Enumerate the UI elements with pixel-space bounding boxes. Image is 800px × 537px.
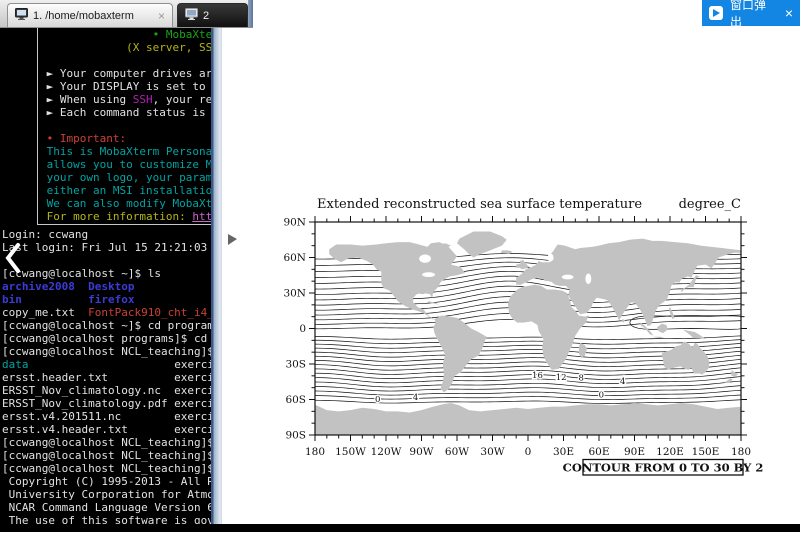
terminal-line (40, 54, 222, 67)
svg-text:12: 12 (556, 373, 567, 383)
terminal-line: data exercise (2, 358, 222, 371)
svg-text:0: 0 (375, 395, 380, 405)
expand-arrow-icon[interactable] (228, 234, 237, 245)
terminal-line: copy_me.txt FontPack910_cht_i4_ (2, 306, 222, 319)
terminal-tab-icon (185, 8, 198, 23)
terminal-line: ersst.header.txt exercise (2, 371, 222, 384)
terminal-line: bin firefox (2, 293, 222, 306)
terminal-line: your own logo, your paramet (40, 171, 222, 184)
terminal-line (2, 254, 222, 267)
terminal-line: ersst.v4.201511.nc exercise (2, 410, 222, 423)
terminal-line: We can also modify MobaXter (40, 197, 222, 210)
terminal-line: archive2008 Desktop (2, 280, 222, 293)
svg-text:CONTOUR FROM 0 TO 30 BY 2: CONTOUR FROM 0 TO 30 BY 2 (563, 461, 764, 475)
terminal-line: [ccwang@localhost ~]$ ls (2, 267, 222, 280)
svg-text:0: 0 (299, 323, 306, 335)
tab-label: 2 (203, 10, 209, 22)
popout-window-button[interactable]: 窗口弹出 × (702, 0, 800, 26)
svg-text:90N: 90N (283, 217, 306, 229)
previous-chevron-icon[interactable] (4, 242, 22, 279)
svg-text:150W: 150W (335, 446, 366, 458)
terminal-line: ERSST_Nov_climatology.pdf exercise (2, 397, 222, 410)
popout-label: 窗口弹出 (730, 0, 778, 30)
terminal-line: [ccwang@localhost NCL_teaching]$ n (2, 449, 222, 462)
svg-text:4: 4 (413, 393, 418, 403)
svg-text:4: 4 (620, 377, 625, 387)
svg-text:0: 0 (525, 446, 532, 458)
svg-text:60S: 60S (285, 394, 306, 406)
terminal-tab-icon (15, 8, 28, 23)
terminal-line: • Important: (40, 132, 222, 145)
svg-text:8: 8 (579, 374, 584, 384)
terminal-line (40, 119, 222, 132)
terminal-line: • MobaXterm Personal Ed (40, 28, 222, 41)
terminal-line: [ccwang@localhost NCL_teaching]$ n (2, 462, 222, 475)
terminal-line: ERSST_Nov_climatology.nc exercise (2, 384, 222, 397)
svg-text:150E: 150E (692, 446, 720, 458)
terminal-line: allows you to customize Mob (40, 158, 222, 171)
bottom-bar (0, 524, 800, 532)
terminal-line: ersst.v4.header.txt exercise (2, 423, 222, 436)
tab-bar: 1. /home/mobaxterm × 2 (0, 0, 253, 28)
tab-home-mobaxterm[interactable]: 1. /home/mobaxterm × (7, 3, 173, 27)
svg-text:30E: 30E (553, 446, 574, 458)
terminal[interactable]: • MobaXterm Personal Ed (X server, SSH c… (0, 27, 222, 532)
tab-label: 1. /home/mobaxterm (33, 10, 134, 22)
svg-text:180: 180 (305, 446, 325, 458)
screen: { "tabs": { "tab1": {"label": "1. /home/… (0, 0, 800, 532)
svg-text:90E: 90E (624, 446, 645, 458)
svg-text:30S: 30S (285, 359, 306, 371)
svg-text:16: 16 (532, 371, 543, 381)
svg-text:120W: 120W (371, 446, 402, 458)
play-icon (709, 6, 723, 20)
terminal-line: NCAR Command Language Version 6 (2, 501, 222, 514)
terminal-line: Login: ccwang (2, 228, 222, 241)
welcome-banner: • MobaXterm Personal Ed (X server, SSH c… (37, 28, 222, 225)
terminal-line: Copyright (C) 1995-2013 - All R (2, 475, 222, 488)
terminal-line: (X server, SSH client and (40, 41, 222, 54)
terminal-line: either an MSI installation (40, 184, 222, 197)
terminal-line: [ccwang@localhost NCL_teaching]$ ls (2, 345, 222, 358)
terminal-line: ► Each command status is s (40, 106, 222, 119)
svg-text:90S: 90S (285, 430, 306, 442)
svg-text:180: 180 (731, 446, 751, 458)
svg-text:60W: 60W (445, 446, 469, 458)
terminal-line: For more information: https:// (40, 210, 222, 223)
svg-text:120E: 120E (656, 446, 684, 458)
svg-text:0: 0 (599, 391, 604, 401)
svg-text:30W: 30W (480, 446, 504, 458)
mobaxterm-window: • MobaXterm Personal Ed (X server, SSH c… (0, 0, 253, 532)
terminal-line: [ccwang@localhost NCL_teaching]$ n (2, 436, 222, 449)
svg-text:Extended reconstructed sea sur: Extended reconstructed sea surface tempe… (317, 197, 642, 212)
svg-text:90W: 90W (409, 446, 433, 458)
terminal-line: ► Your DISPLAY is set to (40, 80, 222, 93)
svg-text:degree_C: degree_C (679, 197, 741, 212)
terminal-line: ► Your computer drives are acc (40, 67, 222, 80)
svg-text:60E: 60E (588, 446, 609, 458)
tab-2[interactable]: 2 (177, 3, 248, 27)
ncl-graphics-window: 0 4 16 12 8 4 0 90N 60N 30N 0 30S 60S 90S 180 150W 120W 9… (222, 27, 800, 532)
svg-text:60N: 60N (283, 252, 306, 264)
terminal-line: ► When using SSH, your remote (40, 93, 222, 106)
terminal-line: [ccwang@localhost programs]$ cd NCL (2, 332, 222, 345)
svg-text:30N: 30N (283, 288, 306, 300)
terminal-line: [ccwang@localhost ~]$ cd programs (2, 319, 222, 332)
terminal-output: Login: ccwangLast login: Fri Jul 15 21:2… (2, 228, 222, 527)
sst-contour-map: 0 4 16 12 8 4 0 90N 60N 30N 0 30S 60S 90S 180 150W 120W 9… (222, 27, 800, 532)
terminal-line: Last login: Fri Jul 15 21:21:03 (2, 241, 222, 254)
terminal-line: University Corporation for Atmo (2, 488, 222, 501)
window-edge (248, 0, 253, 27)
tab-close-icon[interactable]: × (158, 9, 165, 23)
terminal-scrollbar[interactable] (211, 27, 222, 532)
terminal-line: This is MobaXterm Personal E (40, 145, 222, 158)
overlay-close-icon[interactable]: × (785, 6, 793, 20)
